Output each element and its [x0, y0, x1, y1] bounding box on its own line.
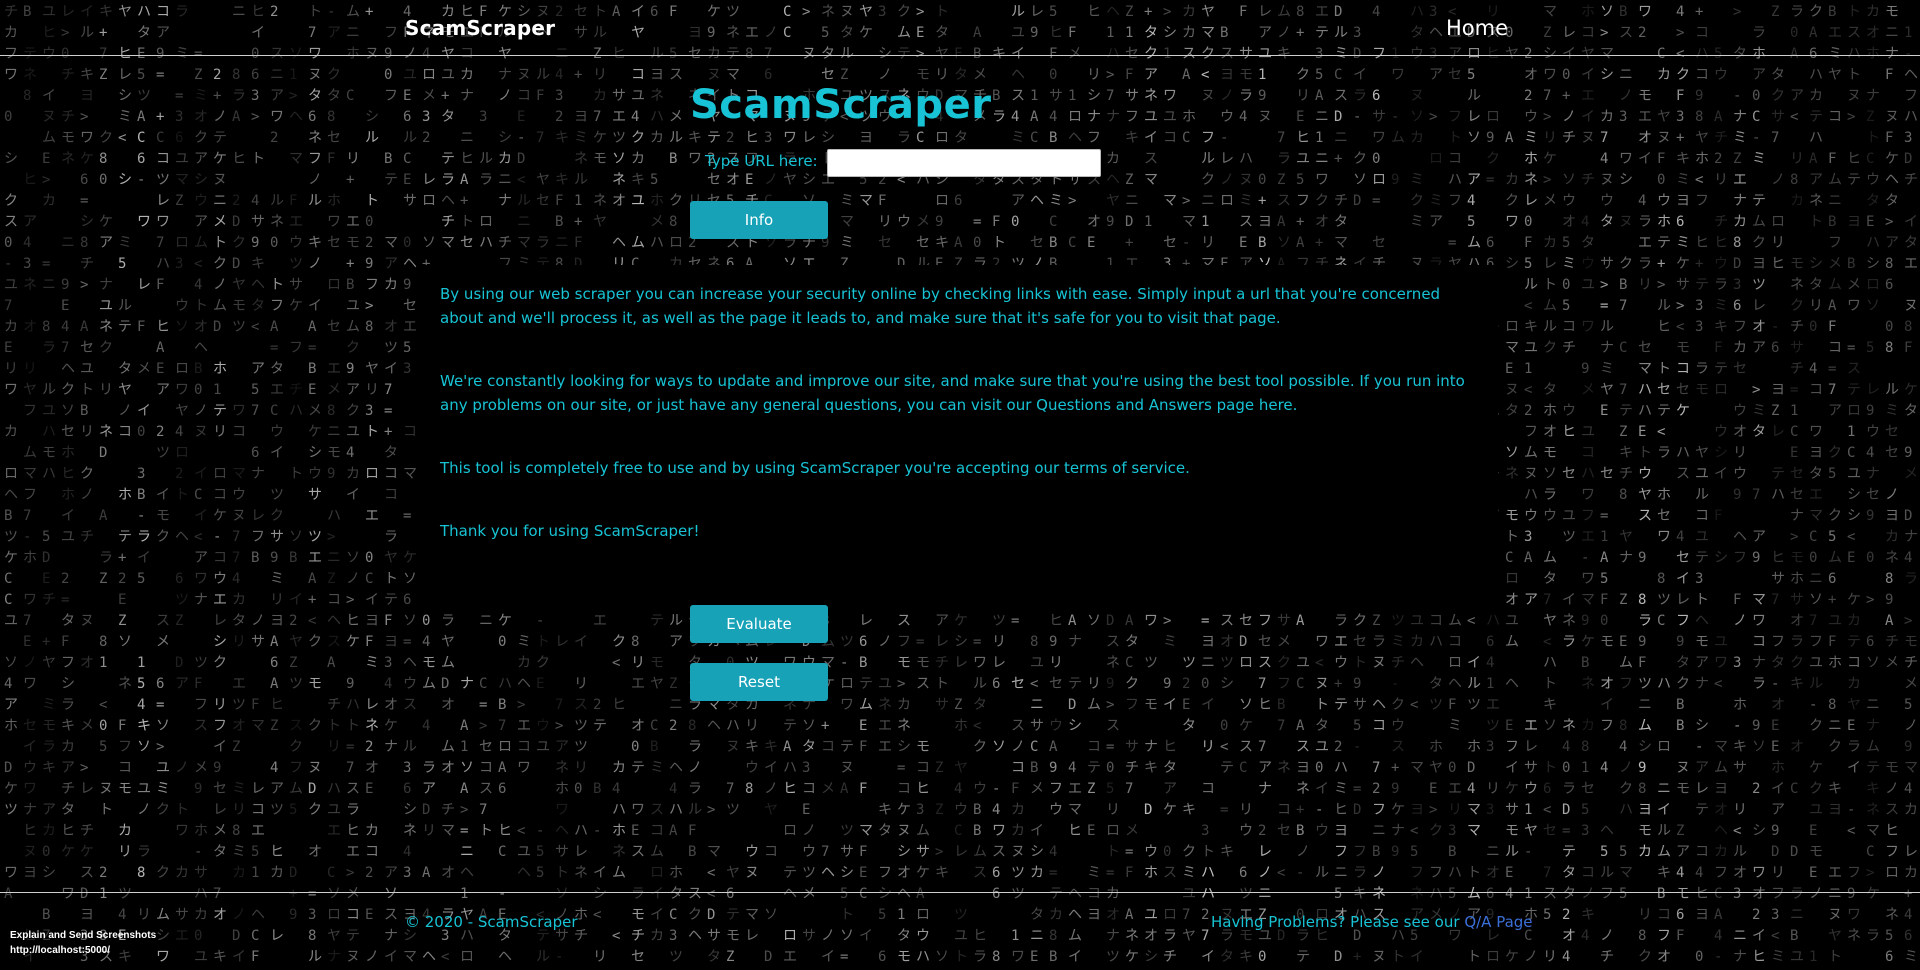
evaluate-button[interactable]: Evaluate: [690, 605, 828, 643]
overlay-url: http://localhost:5000/: [10, 945, 111, 956]
footer: © 2020 - ScamScraper Having Problems? Pl…: [0, 892, 1920, 970]
nav-home-link[interactable]: Home: [1446, 16, 1508, 40]
info-paragraph: By using our web scraper you can increas…: [440, 285, 1441, 327]
qa-page-link[interactable]: Q/A Page: [1464, 913, 1532, 931]
brand-link[interactable]: ScamScraper: [405, 16, 555, 40]
overlay-title: Explain and Send Screenshots: [10, 930, 157, 941]
reset-button[interactable]: Reset: [690, 663, 828, 701]
info-paragraph: We're constantly looking for ways to upd…: [440, 372, 1465, 414]
info-paragraph: This tool is completely free to use and …: [440, 459, 1190, 477]
top-navbar: ScamScraper Home: [0, 0, 1920, 56]
page-title: ScamScraper: [690, 82, 992, 128]
url-label: Type URL here:: [705, 152, 818, 170]
info-panel: By using our web scraper you can increas…: [422, 265, 1498, 605]
help-prefix: Having Problems? Please see our: [1211, 913, 1460, 931]
info-button[interactable]: Info: [690, 201, 828, 239]
copyright-text: © 2020 - ScamScraper: [405, 913, 578, 931]
help-text: Having Problems? Please see our Q/A Page: [1211, 913, 1533, 931]
screenshot-extension-overlay: Explain and Send Screenshots http://loca…: [10, 928, 156, 958]
page: ScamScraper Home ScamScraper Type URL he…: [0, 0, 1920, 969]
url-input[interactable]: [827, 149, 1101, 177]
info-paragraph: Thank you for using ScamScraper!: [440, 522, 700, 540]
